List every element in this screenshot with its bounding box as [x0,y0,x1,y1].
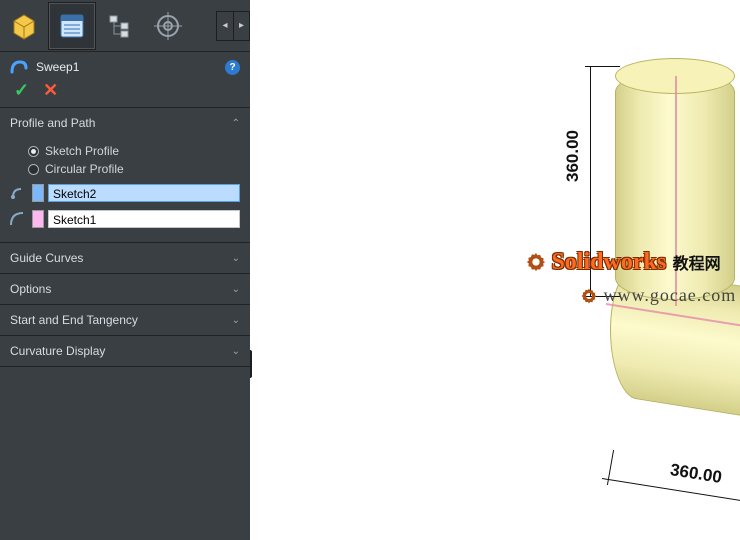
confirm-row: ✓ ✕ [0,80,250,108]
path-color-swatch [32,210,44,228]
pager-prev[interactable]: ◂ [217,12,233,40]
section-profile-path: Profile and Path ⌃ Sketch Profile Circul… [0,108,250,243]
section-title: Profile and Path [10,116,232,130]
chevron-down-icon: ⌄ [232,253,240,264]
profile-selection-input[interactable]: Sketch2 [48,184,240,202]
pager-next[interactable]: ▸ [233,12,249,40]
path-sketch-icon [6,208,28,230]
target-icon [154,12,182,40]
tab-configuration-manager[interactable] [96,2,144,50]
tab-property-manager[interactable] [48,2,96,50]
panel-tabstrip: ◂ ▸ [0,0,250,52]
section-header-profile-path[interactable]: Profile and Path ⌃ [0,108,250,138]
profile-sketch-icon [6,182,28,204]
gear-icon [525,251,547,273]
chevron-up-icon: ⌃ [232,118,240,129]
feature-name: Sweep1 [36,60,217,74]
tab-dimxpert[interactable] [144,2,192,50]
cancel-button[interactable]: ✕ [43,80,58,101]
dimension-line [590,66,591,296]
dimension-horizontal-length[interactable]: 360.00 [669,461,723,486]
tabstrip-pager: ◂ ▸ [216,11,250,41]
sweep-path-vertical [675,76,677,306]
path-selection-row: Sketch1 [6,208,240,230]
radio-label: Circular Profile [45,162,124,176]
radio-circular-profile[interactable]: Circular Profile [28,160,240,178]
section-title: Curvature Display [10,344,232,358]
chevron-down-icon: ⌄ [232,284,240,295]
profile-color-swatch [32,184,44,202]
profile-selection-row: Sketch2 [6,182,240,204]
radio-checked-icon [28,146,39,157]
chevron-down-icon: ⌄ [232,346,240,357]
property-manager-icon [59,13,85,39]
path-selection-input[interactable]: Sketch1 [48,210,240,228]
graphics-viewport[interactable]: 360.00 360.00 ⌀210.00 Profile(Sketch2) P… [250,0,740,540]
section-header-guide-curves[interactable]: Guide Curves ⌄ [0,243,250,273]
ok-button[interactable]: ✓ [14,80,29,101]
extension-line [585,296,620,297]
sweep-icon [10,58,28,76]
section-tangency: Start and End Tangency ⌄ [0,305,250,336]
section-header-curvature[interactable]: Curvature Display ⌄ [0,336,250,366]
tab-feature-manager[interactable] [0,2,48,50]
chevron-down-icon: ⌄ [232,315,240,326]
section-title: Start and End Tangency [10,313,232,327]
radio-sketch-profile[interactable]: Sketch Profile [28,142,240,160]
config-tree-icon [107,13,133,39]
help-icon[interactable]: ? [225,60,240,75]
section-options: Options ⌄ [0,274,250,305]
section-title: Options [10,282,232,296]
section-header-tangency[interactable]: Start and End Tangency ⌄ [0,305,250,335]
section-curvature: Curvature Display ⌄ [0,336,250,367]
section-header-options[interactable]: Options ⌄ [0,274,250,304]
section-title: Guide Curves [10,251,232,265]
radio-unchecked-icon [28,164,39,175]
feature-cube-icon [9,11,39,41]
dimension-vertical-length[interactable]: 360.00 [564,130,581,182]
section-guide-curves: Guide Curves ⌄ [0,243,250,274]
feature-title-row: Sweep1 ? [0,52,250,80]
panel-drag-handle[interactable] [250,350,252,378]
feature-panel: ◂ ▸ Sweep1 ? ✓ ✕ Profile and Path ⌃ Sket… [0,0,250,540]
radio-label: Sketch Profile [45,144,119,158]
